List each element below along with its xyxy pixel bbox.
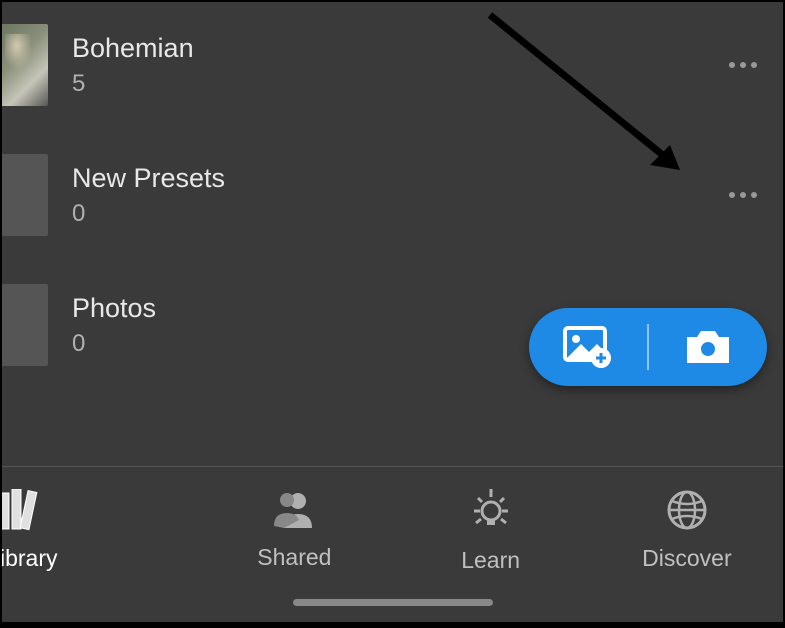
nav-label: ibrary (0, 545, 58, 572)
library-icon (0, 489, 46, 531)
add-photo-fab (529, 308, 767, 386)
globe-icon (666, 489, 708, 531)
nav-library[interactable]: ibrary (0, 467, 196, 594)
lightbulb-icon (468, 487, 514, 533)
album-thumbnail (0, 284, 48, 366)
nav-label: Learn (461, 547, 520, 574)
image-add-icon (563, 326, 613, 368)
people-icon (272, 490, 316, 530)
camera-icon (683, 327, 733, 367)
more-options-button[interactable] (721, 43, 765, 87)
album-thumbnail (0, 154, 48, 236)
album-info: Bohemian 5 (72, 33, 721, 98)
album-row[interactable]: Bohemian 5 (0, 0, 785, 130)
album-name: New Presets (72, 163, 721, 194)
album-row[interactable]: New Presets 0 (0, 130, 785, 260)
album-count: 5 (72, 70, 721, 98)
ellipsis-icon (729, 192, 757, 198)
nav-discover[interactable]: Discover (589, 467, 785, 594)
more-options-button[interactable] (721, 173, 765, 217)
import-photo-button[interactable] (529, 308, 647, 386)
nav-shared[interactable]: Shared (196, 467, 392, 594)
home-indicator[interactable] (293, 599, 493, 606)
nav-label: Discover (642, 545, 731, 572)
camera-button[interactable] (649, 308, 767, 386)
ellipsis-icon (729, 62, 757, 68)
album-name: Bohemian (72, 33, 721, 64)
nav-label: Shared (257, 544, 331, 571)
nav-learn[interactable]: Learn (393, 467, 589, 594)
frame-edge (0, 622, 785, 628)
bottom-nav: ibrary Shared Learn (0, 466, 785, 594)
album-thumbnail (0, 24, 48, 106)
album-info: New Presets 0 (72, 163, 721, 228)
album-count: 0 (72, 200, 721, 228)
